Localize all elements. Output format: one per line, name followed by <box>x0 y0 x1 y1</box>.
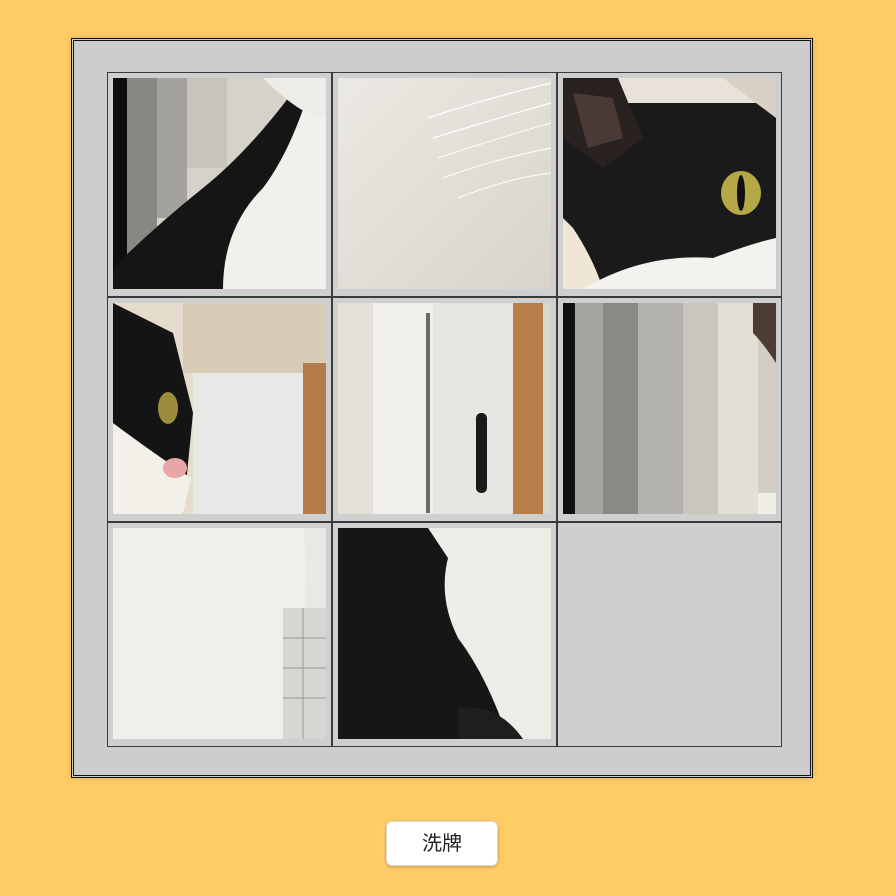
puzzle-cell-5[interactable] <box>332 297 557 522</box>
puzzle-cell-7[interactable] <box>107 522 332 747</box>
puzzle-tile-black-white-fur[interactable] <box>338 528 551 739</box>
puzzle-board <box>71 38 813 778</box>
puzzle-cell-8[interactable] <box>332 522 557 747</box>
puzzle-cell-2[interactable] <box>332 72 557 297</box>
puzzle-cell-6[interactable] <box>557 297 782 522</box>
puzzle-tile-clothes[interactable] <box>563 303 776 514</box>
puzzle-cell-3[interactable] <box>557 72 782 297</box>
puzzle-empty-slot <box>557 522 782 747</box>
puzzle-cell-4[interactable] <box>107 297 332 522</box>
puzzle-cell-1[interactable] <box>107 72 332 297</box>
puzzle-grid <box>107 72 782 747</box>
puzzle-tile-white-fur[interactable] <box>338 78 551 289</box>
puzzle-tile-fur-tiles[interactable] <box>113 528 326 739</box>
shuffle-button[interactable]: 洗牌 <box>386 821 498 866</box>
puzzle-tile-cat-face[interactable] <box>563 78 776 289</box>
puzzle-tile-cat-back[interactable] <box>113 78 326 289</box>
puzzle-tile-white-box[interactable] <box>338 303 551 514</box>
puzzle-tile-cat-nose[interactable] <box>113 303 326 514</box>
